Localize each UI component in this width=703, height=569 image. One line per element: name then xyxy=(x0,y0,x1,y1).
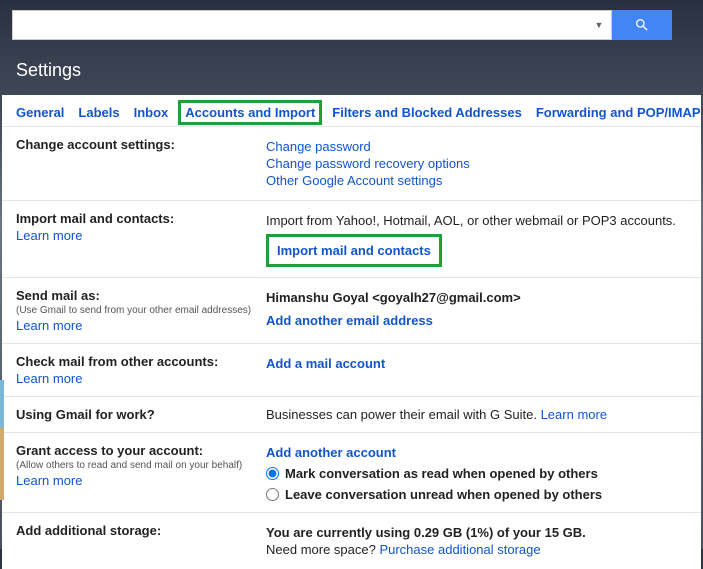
settings-tabs: General Labels Inbox Accounts and Import… xyxy=(2,95,701,127)
tab-accounts-and-import[interactable]: Accounts and Import xyxy=(178,100,322,125)
import-mail-and-contacts-link[interactable]: Import mail and contacts xyxy=(277,243,431,258)
section-import-mail: Import mail and contacts: Learn more Imp… xyxy=(2,201,701,278)
search-options-dropdown-icon[interactable]: ▼ xyxy=(587,11,611,39)
grant-access-sub: (Allow others to read and send mail on y… xyxy=(16,460,266,471)
leave-unread-radio[interactable] xyxy=(266,488,279,501)
other-account-settings-link[interactable]: Other Google Account settings xyxy=(266,173,442,188)
section-gsuite: Using Gmail for work? Businesses can pow… xyxy=(2,397,701,433)
storage-need-more: Need more space? xyxy=(266,542,379,557)
tab-filters[interactable]: Filters and Blocked Addresses xyxy=(332,105,522,120)
tab-inbox[interactable]: Inbox xyxy=(134,105,169,120)
import-mail-learn-more[interactable]: Learn more xyxy=(16,228,266,243)
change-recovery-link[interactable]: Change password recovery options xyxy=(266,156,470,171)
mark-as-read-label: Mark conversation as read when opened by… xyxy=(285,466,598,481)
grant-access-label: Grant access to your account: xyxy=(16,443,266,458)
mark-as-read-radio[interactable] xyxy=(266,467,279,480)
search-button[interactable] xyxy=(612,10,672,40)
check-mail-label: Check mail from other accounts: xyxy=(16,354,266,369)
section-storage: Add additional storage: You are currentl… xyxy=(2,513,701,569)
gsuite-label: Using Gmail for work? xyxy=(16,407,266,422)
search-box[interactable]: ▼ xyxy=(12,10,612,40)
change-account-label: Change account settings: xyxy=(16,137,266,152)
tab-general[interactable]: General xyxy=(16,105,64,120)
purchase-storage-link[interactable]: Purchase additional storage xyxy=(379,542,540,557)
send-mail-as-label: Send mail as: xyxy=(16,288,266,303)
search-icon xyxy=(634,17,650,33)
gsuite-learn-more[interactable]: Learn more xyxy=(541,407,607,422)
storage-usage: You are currently using 0.29 GB (1%) of … xyxy=(266,525,687,540)
add-another-account-link[interactable]: Add another account xyxy=(266,445,396,460)
search-input[interactable] xyxy=(13,11,587,39)
settings-panel: General Labels Inbox Accounts and Import… xyxy=(2,95,701,569)
gsuite-desc: Businesses can power their email with G … xyxy=(266,407,541,422)
tab-labels[interactable]: Labels xyxy=(78,105,119,120)
section-send-mail-as: Send mail as: (Use Gmail to send from yo… xyxy=(2,278,701,344)
grant-access-learn-more[interactable]: Learn more xyxy=(16,473,266,488)
leave-unread-label: Leave conversation unread when opened by… xyxy=(285,487,602,502)
import-mail-desc: Import from Yahoo!, Hotmail, AOL, or oth… xyxy=(266,213,687,228)
add-mail-account-link[interactable]: Add a mail account xyxy=(266,356,385,371)
page-title: Settings xyxy=(16,60,687,81)
section-check-mail: Check mail from other accounts: Learn mo… xyxy=(2,344,701,397)
send-mail-as-sub: (Use Gmail to send from your other email… xyxy=(16,305,266,316)
section-change-account: Change account settings: Change password… xyxy=(2,127,701,201)
add-another-email-link[interactable]: Add another email address xyxy=(266,313,433,328)
background-decoration xyxy=(0,380,4,500)
tab-forwarding[interactable]: Forwarding and POP/IMAP xyxy=(536,105,701,120)
section-grant-access: Grant access to your account: (Allow oth… xyxy=(2,433,701,513)
storage-label: Add additional storage: xyxy=(16,523,266,538)
send-mail-as-learn-more[interactable]: Learn more xyxy=(16,318,266,333)
import-mail-label: Import mail and contacts: xyxy=(16,211,266,226)
change-password-link[interactable]: Change password xyxy=(266,139,371,154)
send-mail-identity: Himanshu Goyal <goyalh27@gmail.com> xyxy=(266,290,687,305)
check-mail-learn-more[interactable]: Learn more xyxy=(16,371,266,386)
